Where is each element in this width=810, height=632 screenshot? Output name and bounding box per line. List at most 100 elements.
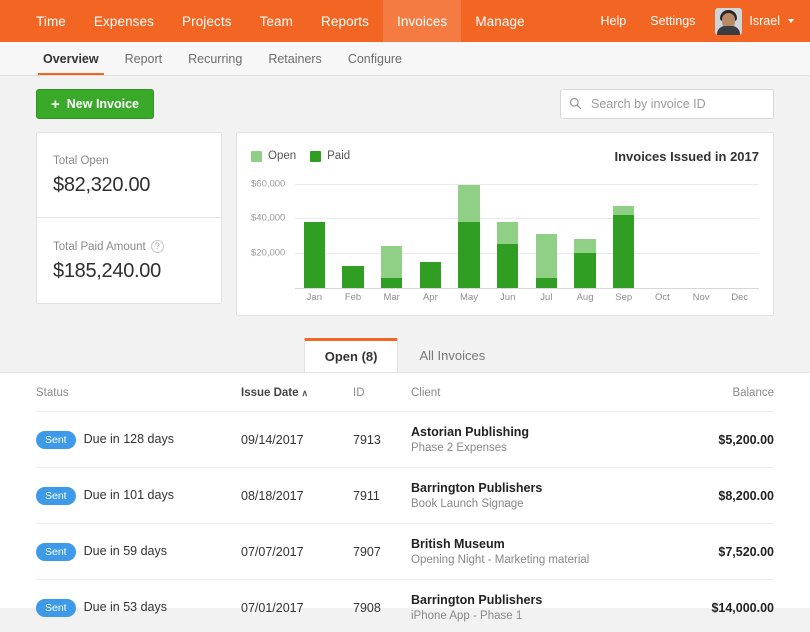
y-axis-tick-label: $60,000 [251, 178, 291, 189]
table-body: SentDue in 128 days09/14/20177913Astoria… [36, 412, 774, 632]
table-header-client[interactable]: Client [411, 373, 680, 412]
bar-jan[interactable] [304, 222, 325, 288]
client-name[interactable]: British Museum [411, 537, 680, 551]
bar-jun[interactable] [497, 222, 518, 288]
client-name[interactable]: Barrington Publishers [411, 481, 680, 495]
user-name: Israel [749, 14, 780, 28]
top-nav-item-team[interactable]: Team [246, 0, 307, 42]
help-icon[interactable]: ? [151, 240, 164, 253]
cell-client: Astorian Publishing Phase 2 Expenses [411, 412, 680, 468]
bar-apr[interactable] [420, 262, 441, 288]
bar-slot-jan [295, 175, 334, 288]
action-bar: + New Invoice [0, 76, 810, 132]
bar-jul[interactable] [536, 234, 557, 288]
cell-status: SentDue in 53 days [36, 580, 241, 632]
bar-slot-jul [527, 175, 566, 288]
top-nav-item-reports[interactable]: Reports [307, 0, 383, 42]
table-header-id[interactable]: ID [353, 373, 411, 412]
table-row[interactable]: SentDue in 53 days07/01/20177908Barringt… [36, 580, 774, 632]
table-head: Status Issue Date∧ID ClientBalance [36, 373, 774, 412]
sort-ascending-icon: ∧ [302, 388, 309, 399]
bar-segment-open [497, 222, 518, 244]
new-invoice-button[interactable]: + New Invoice [36, 89, 154, 119]
x-axis-label-may: May [450, 289, 489, 307]
top-nav-item-invoices[interactable]: Invoices [383, 0, 461, 42]
total-label-text: Total Paid Amount [53, 241, 146, 253]
total-label: Total Paid Amount? [53, 240, 205, 253]
cell-issue-date: 08/18/2017 [241, 468, 353, 524]
legend-item-open: Open [251, 150, 296, 162]
bar-feb[interactable] [342, 266, 363, 288]
search-container [560, 89, 774, 119]
table-header-label: Status [36, 387, 69, 399]
x-axis-label-jan: Jan [295, 289, 334, 307]
y-axis-tick-label: $20,000 [251, 248, 291, 259]
search-input[interactable] [560, 89, 774, 119]
bar-segment-paid [458, 222, 479, 288]
bar-segment-paid [381, 278, 402, 288]
x-axis-label-mar: Mar [372, 289, 411, 307]
chart-plot-area: $20,000$40,000$60,000 JanFebMarAprMayJun… [251, 175, 759, 307]
bar-slot-apr [411, 175, 450, 288]
legend-swatch-paid [310, 151, 321, 162]
bar-segment-open [458, 185, 479, 222]
sub-nav-item-report[interactable]: Report [112, 42, 176, 75]
top-nav-item-projects[interactable]: Projects [168, 0, 246, 42]
invoices-table: Status Issue Date∧ID ClientBalance SentDue… [36, 373, 774, 632]
status-badge: Sent [36, 431, 76, 449]
bar-segment-paid [613, 215, 634, 288]
cell-status: SentDue in 128 days [36, 412, 241, 468]
bar-mar[interactable] [381, 246, 402, 288]
chevron-down-icon [788, 19, 794, 23]
plus-icon: + [51, 97, 60, 112]
sub-nav-item-configure[interactable]: Configure [335, 42, 415, 75]
table-header-status[interactable]: Status [36, 373, 241, 412]
chart-header: OpenPaid Invoices Issued in 2017 [251, 147, 759, 165]
client-name[interactable]: Barrington Publishers [411, 593, 680, 607]
table-header-label: ID [353, 387, 365, 399]
tab-all-invoices[interactable]: All Invoices [398, 338, 506, 372]
bar-slot-oct [643, 175, 682, 288]
chart-x-axis-labels: JanFebMarAprMayJunJulAugSepOctNovDec [295, 289, 759, 307]
total-cell-0: Total Open$82,320.00 [37, 133, 221, 217]
cell-issue-date: 07/01/2017 [241, 580, 353, 632]
cell-status: SentDue in 101 days [36, 468, 241, 524]
sub-nav-item-retainers[interactable]: Retainers [255, 42, 335, 75]
settings-link[interactable]: Settings [640, 0, 705, 42]
sub-nav-item-recurring[interactable]: Recurring [175, 42, 255, 75]
cell-issue-date: 07/07/2017 [241, 524, 353, 580]
bar-sep[interactable] [613, 206, 634, 288]
app-page: TimeExpensesProjectsTeamReportsInvoicesM… [0, 0, 810, 632]
sub-nav-item-overview[interactable]: Overview [30, 42, 112, 75]
total-label-text: Total Open [53, 155, 109, 167]
top-nav-item-time[interactable]: Time [22, 0, 80, 42]
bar-may[interactable] [458, 185, 479, 288]
table-row[interactable]: SentDue in 101 days08/18/20177911Barring… [36, 468, 774, 524]
cell-invoice-id: 7911 [353, 468, 411, 524]
client-description: Phase 2 Expenses [411, 442, 680, 454]
tab-open[interactable]: Open (8) [304, 338, 399, 372]
status-badge: Sent [36, 487, 76, 505]
help-link[interactable]: Help [591, 0, 637, 42]
cell-client: British MuseumOpening Night - Marketing … [411, 524, 680, 580]
bar-slot-may [450, 175, 489, 288]
x-axis-label-oct: Oct [643, 289, 682, 307]
bar-slot-dec [720, 175, 759, 288]
invoices-chart-card: OpenPaid Invoices Issued in 2017 $20,000… [236, 132, 774, 316]
x-axis-label-aug: Aug [566, 289, 605, 307]
bar-segment-paid [420, 262, 441, 288]
table-row[interactable]: SentDue in 128 days09/14/20177913Astoria… [36, 412, 774, 468]
top-nav-item-expenses[interactable]: Expenses [80, 0, 168, 42]
bar-aug[interactable] [574, 239, 595, 288]
cell-balance: $5,200.00 [680, 412, 774, 468]
table-row[interactable]: SentDue in 59 days07/07/20177907British … [36, 524, 774, 580]
x-axis-label-feb: Feb [334, 289, 373, 307]
bar-slot-sep [604, 175, 643, 288]
total-label: Total Open [53, 155, 205, 167]
client-name[interactable]: Astorian Publishing [411, 425, 680, 439]
user-menu[interactable]: Israel [709, 8, 794, 35]
top-nav-item-manage[interactable]: Manage [461, 0, 538, 42]
table-header-issue_date[interactable]: Issue Date∧ [241, 373, 353, 412]
legend-swatch-open [251, 151, 262, 162]
table-header-balance[interactable]: Balance [680, 373, 774, 412]
